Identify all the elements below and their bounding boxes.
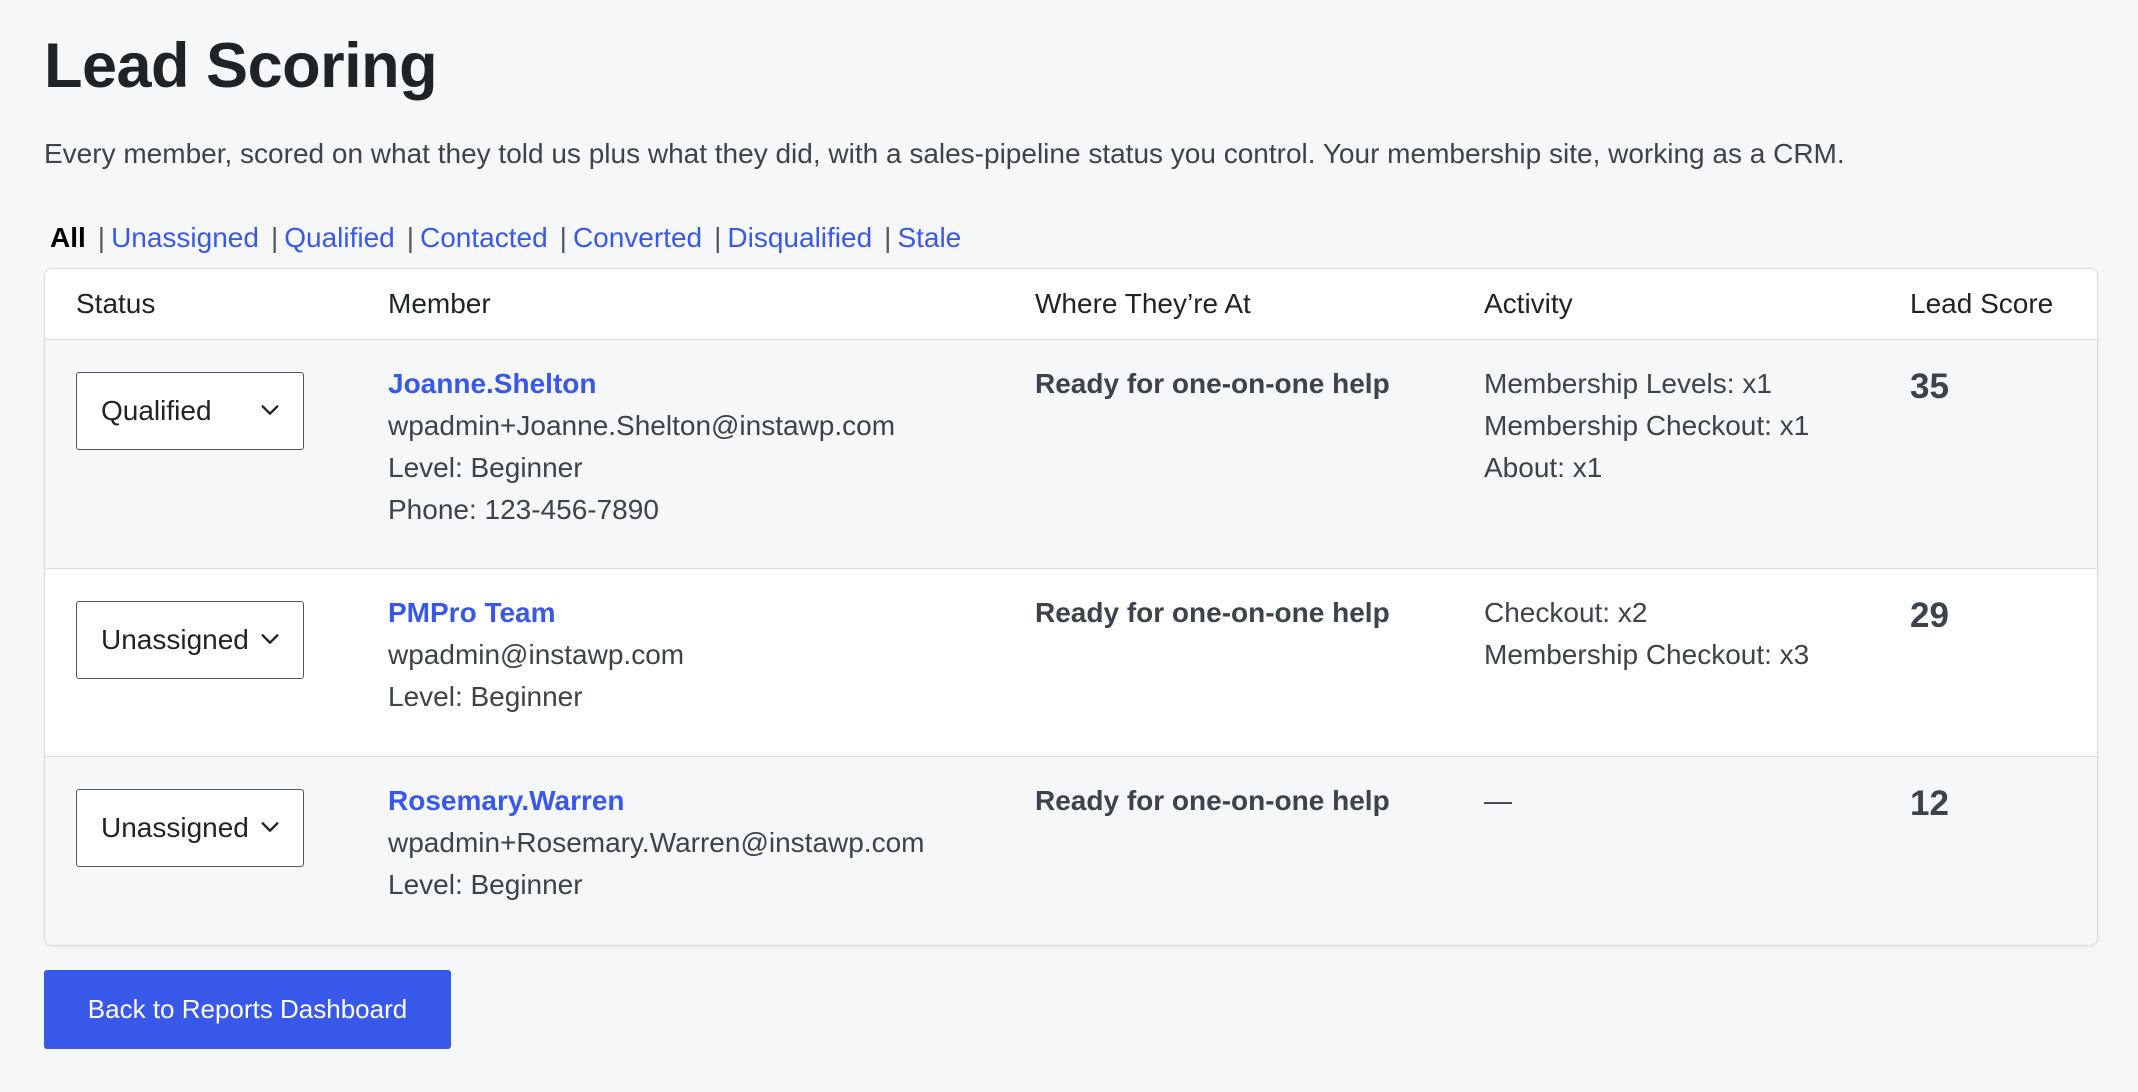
member-name-link[interactable]: PMPro Team <box>388 592 556 634</box>
column-header-activity: Activity <box>1453 269 1879 340</box>
column-header-score: Lead Score <box>1879 269 2097 340</box>
filter-all[interactable]: All <box>50 218 86 258</box>
activity-cell: — <box>1453 756 1879 945</box>
filter-stale[interactable]: Stale <box>897 218 961 258</box>
where-status: Ready for one-on-one help <box>1035 368 1390 399</box>
activity-cell: Membership Levels: x1 Membership Checkou… <box>1453 339 1879 569</box>
column-header-member: Member <box>357 269 1004 340</box>
lead-score: 29 <box>1910 596 1949 635</box>
member-name-link[interactable]: Joanne.Shelton <box>388 363 596 405</box>
table-row: Unassigned PMPro Team wpadmin@instawp.co… <box>45 568 2097 757</box>
status-select-value: Qualified <box>101 395 212 426</box>
activity-cell: Checkout: x2 Membership Checkout: x3 <box>1453 568 1879 757</box>
activity-item: — <box>1484 785 1512 816</box>
filter-separator: | <box>884 222 892 253</box>
chevron-down-icon <box>261 822 279 832</box>
score-cell: 12 <box>1879 756 2097 945</box>
status-cell: Qualified <box>45 339 357 569</box>
status-select-value: Unassigned <box>101 812 249 843</box>
chevron-down-icon <box>261 634 279 644</box>
activity-item: About: x1 <box>1484 452 1603 483</box>
back-to-reports-button[interactable]: Back to Reports Dashboard <box>44 970 451 1049</box>
member-name-link[interactable]: Rosemary.Warren <box>388 780 625 822</box>
filter-separator: | <box>406 222 415 253</box>
column-header-status: Status <box>45 269 357 340</box>
where-cell: Ready for one-on-one help <box>1004 756 1453 945</box>
member-level: Level: Beginner <box>388 869 583 900</box>
member-cell: Joanne.Shelton wpadmin+Joanne.Shelton@in… <box>357 339 1004 569</box>
filter-disqualified[interactable]: Disqualified <box>727 218 872 258</box>
filter-separator: | <box>97 222 106 253</box>
filter-contacted[interactable]: Contacted <box>420 218 548 258</box>
lead-table-container: Status Member Where They’re At Activity … <box>44 268 2098 946</box>
lead-scoring-page: Lead Scoring Every member, scored on wha… <box>0 0 2138 1092</box>
filter-unassigned[interactable]: Unassigned <box>111 218 259 258</box>
member-email: wpadmin+Rosemary.Warren@instawp.com <box>388 827 925 858</box>
member-level: Level: Beginner <box>388 452 583 483</box>
filter-separator: | <box>270 222 279 253</box>
member-cell: Rosemary.Warren wpadmin+Rosemary.Warren@… <box>357 756 1004 945</box>
status-select[interactable]: Unassigned <box>76 601 304 679</box>
table-header-row: Status Member Where They’re At Activity … <box>45 269 2097 340</box>
score-cell: 35 <box>1879 339 2097 569</box>
column-header-where: Where They’re At <box>1004 269 1453 340</box>
filter-converted[interactable]: Converted <box>573 218 702 258</box>
filter-separator: | <box>559 222 567 253</box>
status-cell: Unassigned <box>45 568 357 757</box>
where-cell: Ready for one-on-one help <box>1004 339 1453 569</box>
table-row: Unassigned Rosemary.Warren wpadmin+Rosem… <box>45 756 2097 945</box>
member-cell: PMPro Team wpadmin@instawp.com Level: Be… <box>357 568 1004 757</box>
score-cell: 29 <box>1879 568 2097 757</box>
lead-table: Status Member Where They’re At Activity … <box>45 269 2097 945</box>
activity-item: Membership Levels: x1 <box>1484 368 1772 399</box>
filter-qualified[interactable]: Qualified <box>284 218 395 258</box>
status-select[interactable]: Unassigned <box>76 789 304 867</box>
member-level: Level: Beginner <box>388 681 583 712</box>
member-email: wpadmin+Joanne.Shelton@instawp.com <box>388 410 896 441</box>
chevron-down-icon <box>261 405 279 415</box>
where-cell: Ready for one-on-one help <box>1004 568 1453 757</box>
filter-separator: | <box>714 222 722 253</box>
page-title: Lead Scoring <box>44 31 438 101</box>
lead-score: 35 <box>1910 367 1949 406</box>
status-select-value: Unassigned <box>101 624 249 655</box>
activity-item: Membership Checkout: x3 <box>1484 639 1810 670</box>
lead-score: 12 <box>1910 784 1949 823</box>
status-cell: Unassigned <box>45 756 357 945</box>
page-subtitle: Every member, scored on what they told u… <box>44 138 1845 169</box>
member-phone: Phone: 123-456-7890 <box>388 494 659 525</box>
status-filter-links: All | Unassigned | Qualified | Contacted… <box>50 218 961 258</box>
where-status: Ready for one-on-one help <box>1035 597 1390 628</box>
activity-item: Membership Checkout: x1 <box>1484 410 1810 441</box>
where-status: Ready for one-on-one help <box>1035 785 1390 816</box>
activity-item: Checkout: x2 <box>1484 597 1648 628</box>
table-row: Qualified Joanne.Shelton wpadmin+Joanne.… <box>45 339 2097 569</box>
status-select[interactable]: Qualified <box>76 372 304 450</box>
member-email: wpadmin@instawp.com <box>388 639 685 670</box>
